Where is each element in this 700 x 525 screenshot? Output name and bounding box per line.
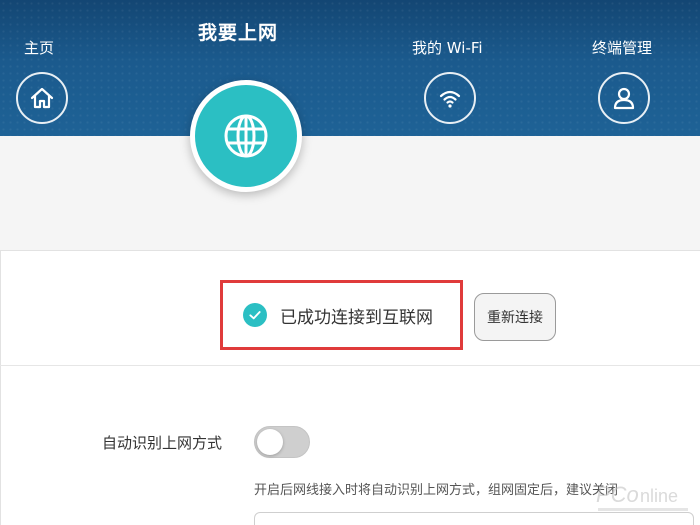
nav-wifi-button[interactable] [424, 72, 476, 124]
auto-detect-hint: 开启后网线接入时将自动识别上网方式，组网固定后，建议关闭 [254, 483, 619, 498]
top-nav-bar: 主页 我的 Wi-Fi 终端管理 我要上网 [0, 0, 700, 136]
auto-detect-toggle[interactable] [254, 426, 310, 458]
toggle-knob[interactable] [257, 429, 283, 455]
nav-devices-button[interactable] [598, 72, 650, 124]
pconline-logo: PCo nline [596, 482, 688, 511]
svg-text:nline: nline [640, 486, 678, 506]
nav-label-internet: 我要上网 [198, 22, 279, 44]
nav-label-wifi: 我的 Wi-Fi [412, 39, 483, 57]
reconnect-button[interactable]: 重新连接 [474, 293, 556, 341]
nav-label-home: 主页 [24, 39, 55, 57]
home-icon [30, 87, 54, 109]
connection-status-text: 已成功连接到互联网 [280, 307, 433, 328]
nav-internet-button[interactable] [190, 80, 302, 192]
svg-text:PCo: PCo [596, 482, 639, 507]
check-circle-icon [243, 303, 267, 327]
user-icon [613, 87, 635, 110]
globe-icon [224, 114, 268, 158]
nav-label-devices: 终端管理 [592, 39, 653, 57]
nav-home-button[interactable] [16, 72, 68, 124]
auto-detect-label: 自动识别上网方式 [102, 434, 223, 452]
connection-status-box: 已成功连接到互联网 [220, 280, 463, 350]
section-divider [0, 365, 700, 366]
wifi-icon [439, 90, 461, 108]
